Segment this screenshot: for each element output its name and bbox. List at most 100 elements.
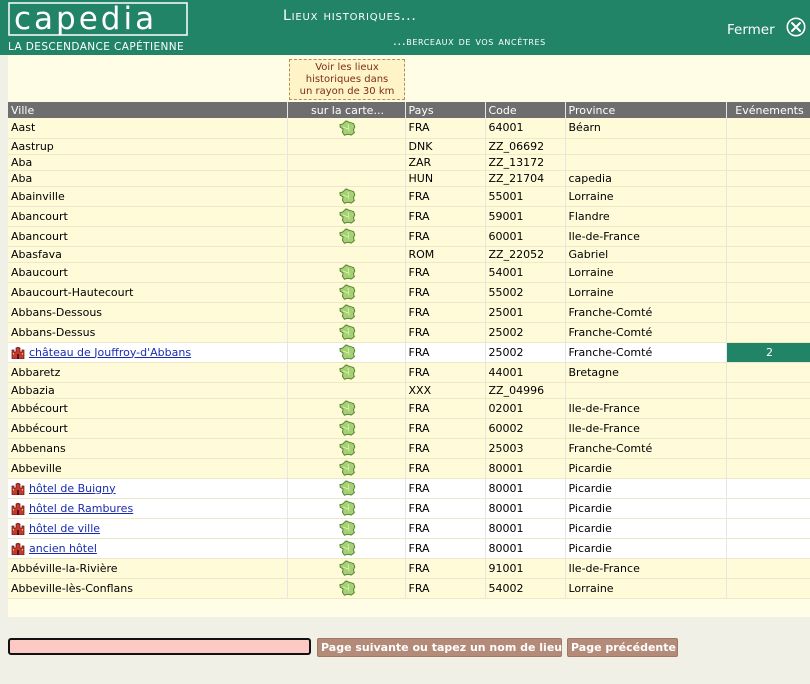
place-link[interactable]: ancien hôtel (29, 542, 97, 555)
france-map-icon[interactable] (339, 188, 356, 204)
france-map-icon[interactable] (339, 344, 356, 360)
france-map-icon[interactable] (339, 400, 356, 416)
cell-carte[interactable] (287, 186, 406, 207)
places-table: Ville sur la carte... Pays Code Province… (8, 102, 810, 599)
france-map-icon[interactable] (339, 304, 356, 320)
cell-carte[interactable] (287, 398, 406, 419)
place-link[interactable]: hôtel de Buigny (29, 482, 116, 495)
city-name: Abbans-Dessus (11, 325, 96, 339)
france-map-icon[interactable] (339, 480, 356, 496)
cell-code: ZZ_21704 (485, 170, 566, 187)
france-map-icon[interactable] (339, 420, 356, 436)
cell-province: Lorraine (565, 262, 727, 283)
city-name: Abbaretz (11, 365, 61, 379)
close-circle-icon[interactable] (786, 17, 806, 37)
city-row: Abaucourt FRA 54001 Lorraine (8, 262, 810, 283)
cell-pays: FRA (405, 578, 486, 599)
next-page-button[interactable]: Page suivante ou tapez un nom de lieu (317, 638, 562, 657)
place-link[interactable]: hôtel de Rambures (29, 502, 133, 515)
cell-evenements (726, 206, 810, 227)
france-map-icon[interactable] (339, 228, 356, 244)
cell-ville: Abbécourt (8, 418, 288, 439)
city-row: Aastrup DNK ZZ_06692 (8, 138, 810, 155)
cell-ville: hôtel de Rambures (8, 498, 288, 519)
cell-carte[interactable] (287, 478, 406, 499)
cell-evenements[interactable]: 2 (726, 342, 810, 363)
cell-carte[interactable] (287, 206, 406, 227)
cell-carte[interactable] (287, 418, 406, 439)
cell-pays: FRA (405, 418, 486, 439)
cell-code: 55001 (485, 186, 566, 207)
cell-ville: hôtel de ville (8, 518, 288, 539)
france-map-icon[interactable] (339, 120, 356, 136)
city-name: Abaucourt-Hautecourt (11, 285, 134, 299)
previous-page-button[interactable]: Page précédente (567, 638, 678, 657)
france-map-icon[interactable] (339, 520, 356, 536)
cell-carte[interactable] (287, 538, 406, 559)
cell-carte[interactable] (287, 226, 406, 247)
cell-province: Picardie (565, 538, 727, 559)
cell-code: 25003 (485, 438, 566, 459)
cell-pays: FRA (405, 226, 486, 247)
cell-carte[interactable] (287, 438, 406, 459)
france-map-icon[interactable] (339, 460, 356, 476)
cell-carte[interactable] (287, 458, 406, 479)
cell-evenements (726, 418, 810, 439)
cell-carte[interactable] (287, 362, 406, 383)
city-row: Aba ZAR ZZ_13172 (8, 154, 810, 171)
place-link[interactable]: château de Jouffroy-d'Abbans (29, 346, 191, 359)
cell-carte[interactable] (287, 282, 406, 303)
logo-subtitle: LA DESCENDANCE CAPÉTIENNE (8, 41, 185, 53)
cell-pays: FRA (405, 398, 486, 419)
cell-ville: Abbaretz (8, 362, 288, 383)
france-map-icon[interactable] (339, 364, 356, 380)
france-map-icon[interactable] (339, 324, 356, 340)
france-map-icon[interactable] (339, 208, 356, 224)
city-name: Aastrup (11, 139, 54, 153)
cell-ville: Abbans-Dessous (8, 302, 288, 323)
france-map-icon[interactable] (339, 580, 356, 596)
cell-carte[interactable] (287, 322, 406, 343)
cell-carte[interactable] (287, 262, 406, 283)
cell-code: 80001 (485, 478, 566, 499)
city-name: Abainville (11, 189, 65, 203)
header-bar: capedia LA DESCENDANCE CAPÉTIENNE Lieux … (0, 0, 810, 55)
city-row: Abainville FRA 55001 Lorraine (8, 186, 810, 207)
france-map-icon[interactable] (339, 440, 356, 456)
cell-evenements (726, 458, 810, 479)
france-map-icon[interactable] (339, 284, 356, 300)
capedia-logo: capedia (8, 2, 188, 36)
col-header-carte: sur la carte... (287, 102, 406, 118)
cell-carte[interactable] (287, 118, 406, 139)
cell-pays: HUN (405, 170, 486, 187)
cell-carte[interactable] (287, 302, 406, 323)
city-row: Abbenans FRA 25003 Franche-Comté (8, 438, 810, 459)
cell-province: Picardie (565, 518, 727, 539)
place-search-input[interactable] (8, 638, 311, 655)
cell-code: 80001 (485, 498, 566, 519)
cell-code: ZZ_06692 (485, 138, 566, 155)
cell-pays: ROM (405, 246, 486, 263)
city-row: Abbans-Dessus FRA 25002 Franche-Comté (8, 322, 810, 343)
cell-ville: Abbeville (8, 458, 288, 479)
cell-pays: FRA (405, 282, 486, 303)
place-link[interactable]: hôtel de ville (29, 522, 100, 535)
cell-carte[interactable] (287, 578, 406, 599)
cell-carte[interactable] (287, 342, 406, 363)
cell-carte[interactable] (287, 518, 406, 539)
france-map-icon[interactable] (339, 540, 356, 556)
cell-evenements (726, 118, 810, 139)
cell-evenements (726, 518, 810, 539)
cell-evenements (726, 478, 810, 499)
page-subtitle: ...berceaux de vos ancêtres (393, 34, 546, 48)
close-label[interactable]: Fermer (727, 22, 775, 38)
cell-carte (287, 246, 406, 263)
france-map-icon[interactable] (339, 500, 356, 516)
france-map-icon[interactable] (339, 264, 356, 280)
cell-ville: Aba (8, 170, 288, 187)
france-map-icon[interactable] (339, 560, 356, 576)
cell-code: 44001 (485, 362, 566, 383)
cell-carte[interactable] (287, 498, 406, 519)
cell-carte[interactable] (287, 558, 406, 579)
radius-30km-link[interactable]: Voir les lieux historiques dans un rayon… (289, 59, 405, 100)
